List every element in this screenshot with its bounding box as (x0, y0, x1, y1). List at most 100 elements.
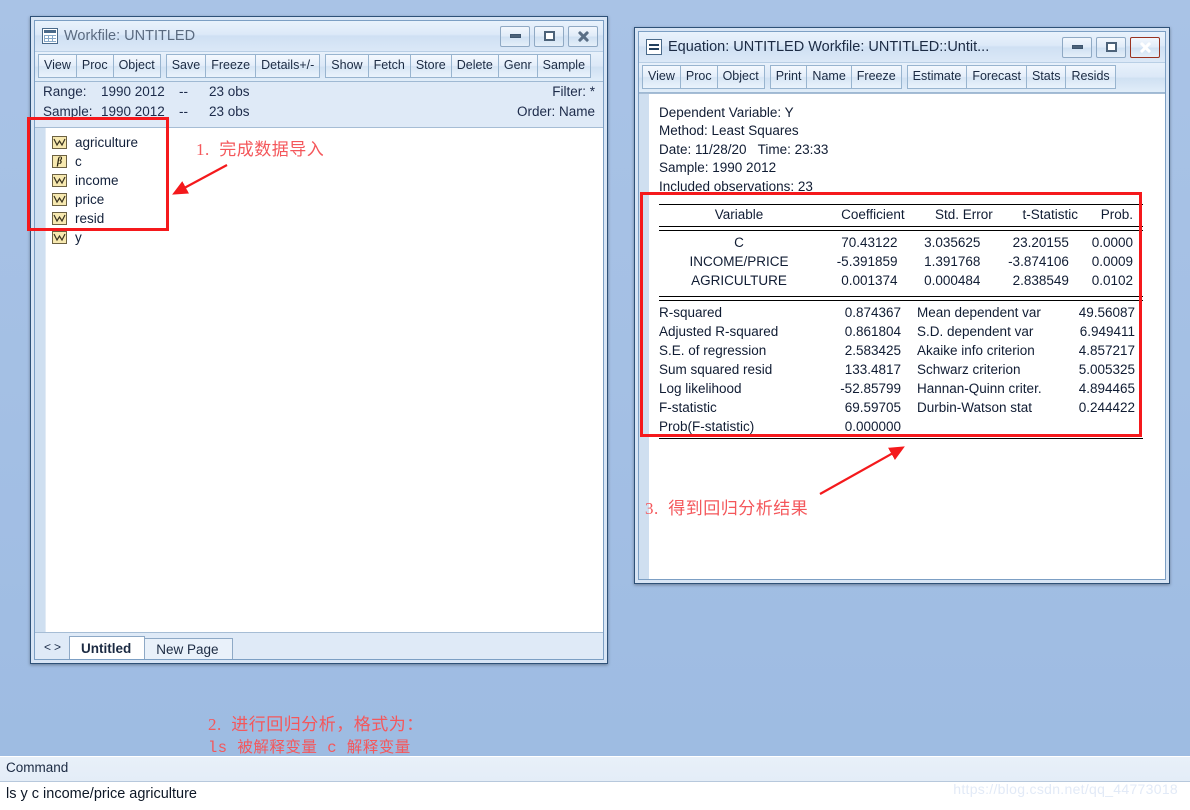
maximize-button[interactable] (1096, 36, 1126, 58)
coefficient-table: Variable Coefficient Std. Error t-Statis… (659, 205, 1143, 224)
toolbar-button-resids[interactable]: Resids (1065, 65, 1116, 89)
range-label: Range: (43, 83, 87, 99)
cell-coefficient: 70.43122 (841, 235, 898, 250)
sample-dash: -- (179, 103, 188, 119)
stat-label-left: S.E. of regression (659, 343, 767, 358)
equation-title: Equation: UNTITLED Workfile: UNTITLED::U… (668, 39, 990, 55)
toolbar-button-store[interactable]: Store (409, 54, 452, 78)
stat-label-right: Akaike info criterion (917, 343, 1035, 358)
close-icon (1139, 41, 1152, 54)
table-row: F-statistic 69.59705 Durbin-Watson stat … (659, 398, 1143, 417)
range-value: 1990 2012 (101, 83, 165, 99)
range-dash: -- (179, 83, 188, 99)
toolbar-button-proc[interactable]: Proc (75, 54, 114, 78)
coefficient-beta-icon: β (52, 154, 67, 168)
cell-prob: 0.0102 (1091, 273, 1133, 288)
toolbar-button-delete[interactable]: Delete (450, 54, 499, 78)
list-item[interactable]: price (52, 190, 603, 209)
maximize-button[interactable] (534, 25, 564, 47)
workfile-object-area[interactable]: agriculture β c income price resid y (35, 126, 603, 633)
minimize-button[interactable] (1062, 36, 1092, 58)
toolbar-button-name[interactable]: Name (806, 65, 852, 89)
stat-value-left: 0.861804 (844, 324, 901, 339)
stat-value-left: 0.874367 (844, 305, 901, 320)
order-label[interactable]: Order: Name (517, 104, 595, 119)
tab-untitled[interactable]: Untitled (69, 636, 146, 659)
table-row: AGRICULTURE 0.001374 0.000484 2.838549 0… (659, 271, 1143, 290)
toolbar-button-freeze[interactable]: Freeze (850, 65, 902, 89)
close-button[interactable] (568, 25, 598, 47)
list-item[interactable]: β c (52, 152, 603, 171)
workfile-object-list[interactable]: agriculture β c income price resid y (46, 128, 603, 633)
toolbar-button-view[interactable]: View (38, 54, 77, 78)
stat-label-right: Schwarz criterion (917, 362, 1021, 377)
grid-icon (42, 28, 58, 44)
workfile-toolbar: View Proc Object Save Freeze Details+/- … (35, 51, 603, 82)
close-button[interactable] (1130, 36, 1160, 58)
filter-label[interactable]: Filter: * (552, 84, 595, 99)
dependent-variable-line: Dependent Variable: Y (659, 104, 794, 120)
column-header-coefficient: Coefficient (841, 207, 905, 222)
toolbar-button-details[interactable]: Details+/- (255, 54, 321, 78)
stat-label-right: Mean dependent var (917, 305, 1041, 320)
table-row: Sum squared resid 133.4817 Schwarz crite… (659, 360, 1143, 379)
list-item[interactable]: agriculture (52, 133, 603, 152)
toolbar-button-estimate[interactable]: Estimate (906, 65, 968, 89)
cell-coefficient: -5.391859 (836, 254, 898, 269)
toolbar-button-fetch[interactable]: Fetch (367, 54, 411, 78)
cell-t-statistic: -3.874106 (1008, 254, 1069, 269)
object-name: c (75, 153, 82, 169)
cell-std-error: 3.035625 (924, 235, 981, 250)
column-header-t-statistic: t-Statistic (1022, 207, 1078, 222)
toolbar-button-freeze[interactable]: Freeze (205, 54, 257, 78)
sample-value: 1990 2012 (101, 103, 165, 119)
equation-toolbar: View Proc Object Print Name Freeze Estim… (639, 62, 1165, 93)
stat-value-right: 0.244422 (1078, 400, 1135, 415)
stat-label-left: Log likelihood (659, 381, 742, 396)
toolbar-button-show[interactable]: Show (325, 54, 369, 78)
cell-coefficient: 0.001374 (841, 273, 898, 288)
table-rule-bottom (659, 438, 1143, 439)
column-header-variable: Variable (714, 207, 764, 222)
toolbar-button-stats[interactable]: Stats (1025, 65, 1067, 89)
workfile-window[interactable]: Workfile: UNTITLED View Proc Object Save… (30, 16, 608, 664)
workfile-tabstrip[interactable]: < > Untitled New Page (35, 632, 603, 659)
stat-value-right: 5.005325 (1078, 362, 1135, 377)
toolbar-button-view[interactable]: View (642, 65, 681, 89)
series-icon (52, 211, 67, 225)
maximize-icon (543, 31, 555, 41)
list-item[interactable]: income (52, 171, 603, 190)
toolbar-button-object[interactable]: Object (716, 65, 765, 89)
table-row: Log likelihood -52.85799 Hannan-Quinn cr… (659, 379, 1143, 398)
series-icon (52, 135, 67, 149)
tab-nav-next[interactable]: > (49, 640, 69, 659)
minimize-button[interactable] (500, 25, 530, 47)
toolbar-button-save[interactable]: Save (165, 54, 207, 78)
workfile-window-inner: Workfile: UNTITLED View Proc Object Save… (34, 20, 604, 660)
date-time-line: Date: 11/28/20 Time: 23:33 (659, 141, 829, 157)
toolbar-button-print[interactable]: Print (769, 65, 808, 89)
sample-label: Sample: (43, 103, 93, 119)
annotation-step-2-line2: ls 被解释变量 c 解释变量 (208, 739, 411, 757)
stat-label-left: Prob(F-statistic) (659, 419, 755, 434)
equation-titlebar[interactable]: Equation: UNTITLED Workfile: UNTITLED::U… (639, 32, 1165, 62)
list-item[interactable]: resid (52, 209, 603, 228)
stat-value-left: 2.583425 (844, 343, 901, 358)
list-item[interactable]: y (52, 228, 603, 247)
table-row: Adjusted R-squared 0.861804 S.D. depende… (659, 322, 1143, 341)
toolbar-button-object[interactable]: Object (112, 54, 161, 78)
range-obs: 23 obs (209, 83, 250, 99)
workfile-window-buttons (500, 25, 600, 47)
series-icon (52, 173, 67, 187)
toolbar-button-proc[interactable]: Proc (679, 65, 718, 89)
tab-new-page[interactable]: New Page (145, 638, 233, 659)
toolbar-button-sample[interactable]: Sample (536, 54, 592, 78)
stat-label-left: Sum squared resid (659, 362, 773, 377)
stat-value-right: 4.857217 (1078, 343, 1135, 358)
toolbar-button-forecast[interactable]: Forecast (966, 65, 1027, 89)
object-name: income (75, 172, 119, 188)
object-name: y (75, 229, 82, 245)
workfile-titlebar[interactable]: Workfile: UNTITLED (35, 21, 603, 51)
cell-prob: 0.0009 (1091, 254, 1133, 269)
toolbar-button-genr[interactable]: Genr (497, 54, 538, 78)
